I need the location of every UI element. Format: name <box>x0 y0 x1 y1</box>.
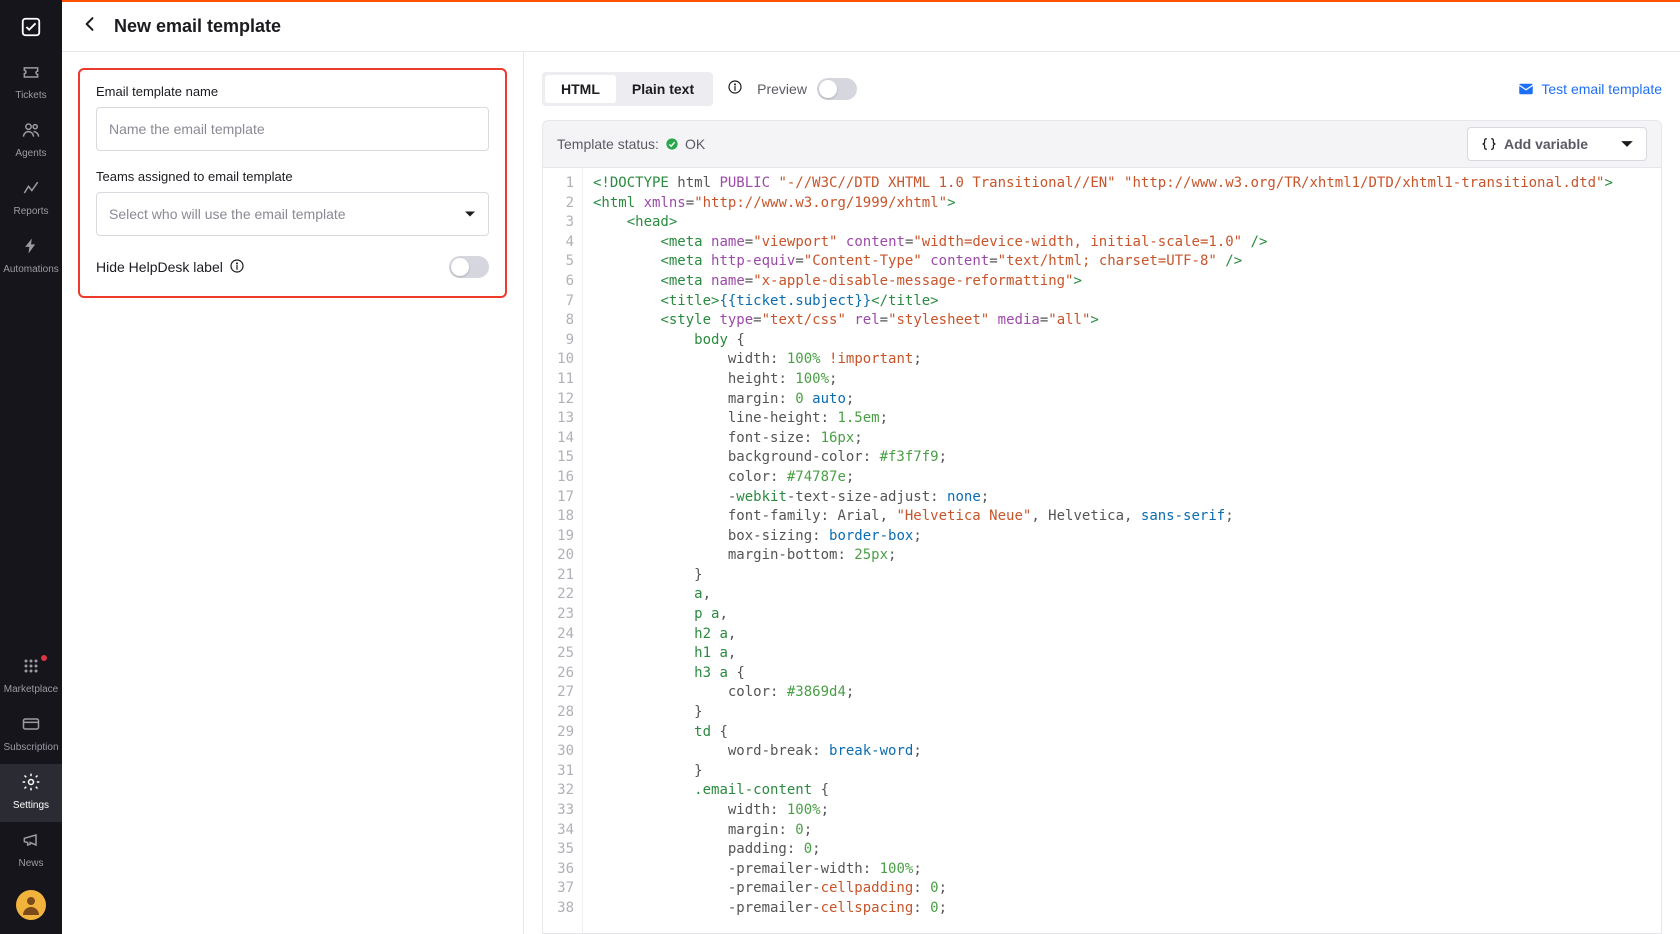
sidebar-item-subscription[interactable]: Subscription <box>0 706 62 764</box>
ticket-icon <box>19 62 43 86</box>
users-icon <box>19 120 43 144</box>
hide-helpdesk-info[interactable] <box>229 258 245 277</box>
sidebar-item-automations[interactable]: Automations <box>0 228 62 286</box>
teams-label: Teams assigned to email template <box>96 169 489 184</box>
test-template-link[interactable]: Test email template <box>1517 80 1662 98</box>
sidebar-label: Reports <box>11 206 50 218</box>
megaphone-icon <box>19 830 43 854</box>
sidebar-item-settings[interactable]: Settings <box>0 764 62 822</box>
sidebar-item-news[interactable]: News <box>0 822 62 880</box>
template-name-input[interactable] <box>96 107 489 151</box>
back-button[interactable] <box>76 10 104 43</box>
check-circle-icon <box>665 137 679 151</box>
mail-icon <box>1517 80 1535 98</box>
info-icon <box>229 258 245 274</box>
topbar: New email template <box>62 2 1680 52</box>
hide-helpdesk-label: Hide HelpDesk label <box>96 259 223 275</box>
sidebar-item-agents[interactable]: Agents <box>0 112 62 170</box>
line-gutter: 1234567891011121314151617181920212223242… <box>543 168 583 933</box>
teams-placeholder: Select who will use the email template <box>109 206 346 222</box>
status-value: OK <box>685 136 705 152</box>
info-icon <box>727 79 743 95</box>
hide-helpdesk-toggle[interactable] <box>449 256 489 278</box>
form-highlight-box: Email template name Teams assigned to em… <box>78 68 507 298</box>
sidebar-label: Agents <box>13 148 48 160</box>
status-label: Template status: <box>557 136 659 152</box>
seg-plain[interactable]: Plain text <box>616 75 710 103</box>
chart-icon <box>19 178 43 202</box>
sidebar-item-tickets[interactable]: Tickets <box>0 54 62 112</box>
seg-html[interactable]: HTML <box>545 75 616 103</box>
editor-toolbar: HTML Plain text Preview Test email templ… <box>542 68 1662 110</box>
gear-icon <box>19 772 43 796</box>
badge-dot <box>40 654 48 662</box>
sidebar-label: Settings <box>11 800 51 812</box>
sidebar: Tickets Agents Reports Automations Marketpl… <box>0 0 62 934</box>
logo-icon <box>20 16 42 38</box>
chevron-down-icon <box>464 208 476 220</box>
page-title: New email template <box>114 16 281 37</box>
user-avatar[interactable] <box>16 890 46 920</box>
template-name-label: Email template name <box>96 84 489 99</box>
app-logo[interactable] <box>0 0 62 54</box>
preview-label: Preview <box>757 81 807 97</box>
add-variable-button[interactable]: Add variable <box>1467 127 1647 161</box>
bolt-icon <box>19 236 43 260</box>
braces-icon <box>1482 137 1496 151</box>
teams-select[interactable]: Select who will use the email template <box>96 192 489 236</box>
mode-info[interactable] <box>727 79 743 100</box>
view-mode-segment: HTML Plain text <box>542 72 713 106</box>
sidebar-label: Automations <box>1 264 61 276</box>
preview-toggle[interactable] <box>817 78 857 100</box>
sidebar-label: News <box>16 858 45 870</box>
sidebar-item-marketplace[interactable]: Marketplace <box>0 648 62 706</box>
arrow-left-icon <box>80 14 100 34</box>
editor-panel: HTML Plain text Preview Test email templ… <box>524 52 1680 934</box>
sidebar-item-reports[interactable]: Reports <box>0 170 62 228</box>
sidebar-label: Marketplace <box>2 684 60 696</box>
card-icon <box>19 714 43 738</box>
code-editor[interactable]: 1234567891011121314151617181920212223242… <box>542 168 1662 934</box>
code-body[interactable]: <!DOCTYPE html PUBLIC "-//W3C//DTD XHTML… <box>583 168 1661 933</box>
sidebar-label: Subscription <box>1 742 60 754</box>
status-bar: Template status: OK Add variable <box>542 120 1662 168</box>
sidebar-label: Tickets <box>13 90 48 102</box>
chevron-down-icon <box>1620 137 1634 151</box>
avatar-icon <box>19 893 43 917</box>
form-panel: Email template name Teams assigned to em… <box>62 52 524 934</box>
